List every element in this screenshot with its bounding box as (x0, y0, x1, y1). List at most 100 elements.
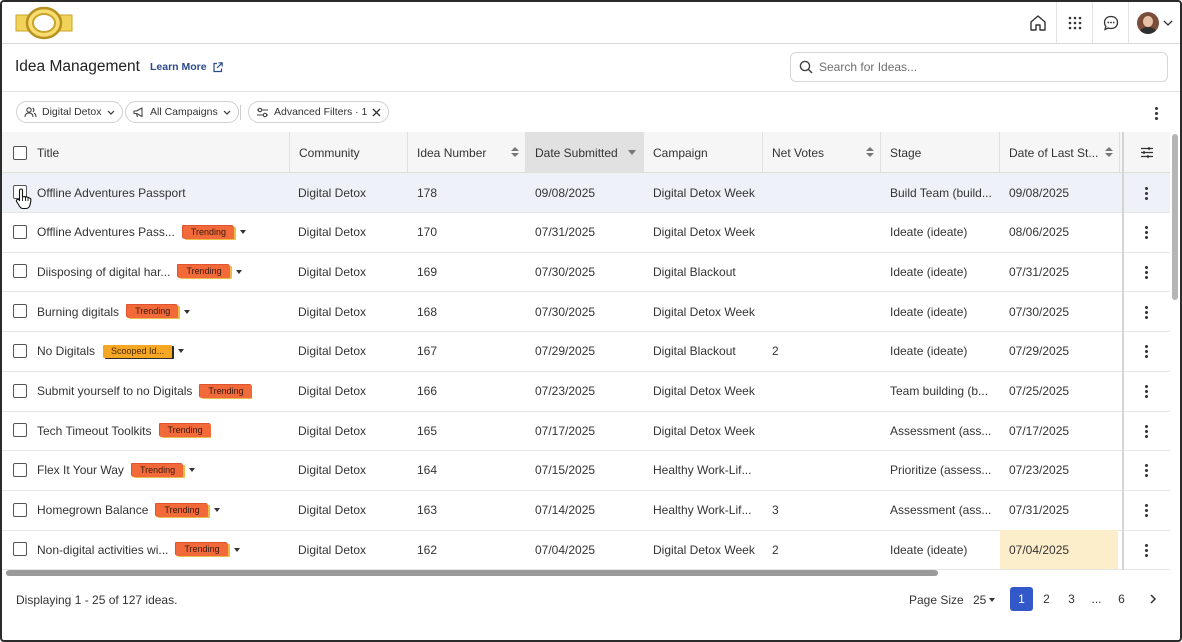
table-row[interactable]: Flex It Your Way Trending Digital Detox 164… (2, 451, 1170, 491)
page-button[interactable]: 3 (1060, 587, 1083, 611)
column-settings-button[interactable] (1124, 132, 1170, 173)
table-row[interactable]: Homegrown Balance Trending Digital Detox 16… (2, 491, 1170, 531)
page-button[interactable]: 6 (1110, 587, 1133, 611)
votes-cell (772, 252, 872, 291)
row-actions-button[interactable] (1140, 422, 1152, 440)
sliders-icon (257, 107, 268, 117)
idea-title[interactable]: Tech Timeout Toolkits (37, 424, 152, 438)
row-actions-button[interactable] (1140, 541, 1152, 559)
idea-title-cell[interactable]: Submit yourself to no Digitals Trending (37, 372, 252, 411)
home-button[interactable] (1020, 2, 1056, 43)
row-actions-button[interactable] (1140, 502, 1152, 520)
table-header: Title Community Idea Number Date Submitt… (2, 132, 1170, 173)
select-all-checkbox[interactable] (13, 145, 27, 160)
row-actions-button[interactable] (1140, 383, 1152, 401)
row-actions-button[interactable] (1140, 263, 1152, 281)
column-header-stage[interactable]: Stage (881, 132, 1000, 173)
idea-title[interactable]: Burning digitals (37, 305, 119, 319)
column-header-date-last-stage[interactable]: Date of Last St... (1000, 132, 1120, 173)
idea-title-cell[interactable]: Burning digitals Trending (37, 292, 191, 331)
messages-button[interactable] (1092, 2, 1128, 43)
row-checkbox[interactable] (13, 502, 27, 517)
more-vertical-icon (1144, 504, 1148, 508)
column-header-date-submitted[interactable]: Date Submitted (526, 132, 644, 173)
row-checkbox[interactable] (13, 224, 27, 239)
badge-dropdown-icon[interactable] (184, 309, 191, 314)
campaign-filter[interactable]: All Campaigns (125, 101, 239, 123)
page-button[interactable]: 1 (1010, 587, 1033, 611)
idea-title[interactable]: Flex It Your Way (37, 463, 124, 477)
badge-dropdown-icon[interactable] (233, 547, 240, 552)
badge-dropdown-icon[interactable] (178, 349, 185, 354)
table-row[interactable]: No Digitals Scooped Id... Digital Detox 167… (2, 332, 1170, 372)
badge-dropdown-icon[interactable] (235, 269, 242, 274)
horizontal-scrollbar[interactable] (6, 570, 938, 576)
idea-title-cell[interactable]: Diisposing of digital har... Trending (37, 252, 242, 291)
idea-title-cell[interactable]: Non-digital activities wi... Trending (37, 530, 240, 569)
badge-dropdown-icon[interactable] (213, 508, 220, 513)
row-actions-button[interactable] (1140, 343, 1152, 361)
column-header-title[interactable]: Title (2, 132, 290, 173)
more-vertical-icon (1144, 464, 1148, 468)
user-menu[interactable] (1128, 2, 1180, 43)
column-stage-label: Stage (890, 145, 922, 160)
row-actions-button[interactable] (1140, 303, 1152, 321)
idea-title[interactable]: Diisposing of digital har... (37, 265, 170, 279)
row-checkbox[interactable] (13, 383, 27, 398)
row-checkbox[interactable] (13, 423, 27, 438)
next-page-button[interactable] (1141, 587, 1164, 611)
row-actions-button[interactable] (1140, 224, 1152, 242)
idea-title[interactable]: Offline Adventures Passport (37, 186, 186, 200)
page-size-select[interactable]: 25 (973, 593, 996, 607)
table-row[interactable]: Submit yourself to no Digitals Trending Di… (2, 372, 1170, 412)
table-row[interactable]: Tech Timeout Toolkits Trending Digital Det… (2, 411, 1170, 452)
idea-title-cell[interactable]: Homegrown Balance Trending (37, 491, 220, 530)
advanced-filters-chip[interactable]: Advanced Filters · 1 (248, 101, 390, 123)
table-row[interactable]: Diisposing of digital har... Trending Digi… (2, 252, 1170, 293)
row-checkbox[interactable] (13, 264, 27, 279)
community-cell: Digital Detox (298, 503, 367, 518)
table-row[interactable]: Non-digital activities wi... Trending Digi… (2, 530, 1170, 570)
table-row[interactable]: Burning digitals Trending Digital Detox 168… (2, 292, 1170, 333)
search-box[interactable] (790, 52, 1168, 82)
badge-dropdown-icon[interactable] (189, 468, 196, 473)
company-logo[interactable] (14, 6, 74, 40)
vertical-scrollbar[interactable] (1172, 134, 1178, 300)
idea-title[interactable]: Submit yourself to no Digitals (37, 384, 192, 398)
idea-title[interactable]: Homegrown Balance (37, 503, 148, 517)
idea-title-cell[interactable]: No Digitals Scooped Id... (37, 332, 185, 371)
badge-dropdown-icon[interactable] (240, 230, 247, 235)
column-header-community[interactable]: Community (290, 132, 408, 173)
column-header-idea-number[interactable]: Idea Number (408, 132, 526, 173)
idea-title[interactable]: Non-digital activities wi... (37, 543, 168, 557)
more-options-button[interactable] (1148, 103, 1164, 123)
row-checkbox[interactable] (13, 343, 27, 358)
idea-title-cell[interactable]: Flex It Your Way Trending (37, 451, 196, 490)
row-actions-button[interactable] (1140, 184, 1152, 202)
idea-title-cell[interactable]: Tech Timeout Toolkits Trending (37, 411, 211, 450)
column-header-campaign[interactable]: Campaign (644, 132, 763, 173)
idea-title[interactable]: Offline Adventures Pass... (37, 225, 175, 239)
more-vertical-icon-dot (1154, 111, 1158, 115)
idea-title[interactable]: No Digitals (37, 344, 95, 358)
row-checkbox[interactable] (13, 462, 27, 477)
learn-more-link[interactable]: Learn More (150, 61, 223, 73)
community-cell: Digital Detox (298, 185, 367, 200)
idea-title-cell[interactable]: Offline Adventures Pass... Trending (37, 213, 247, 252)
apps-button[interactable] (1056, 2, 1092, 43)
votes-cell (772, 411, 872, 450)
row-actions-button[interactable] (1140, 462, 1152, 480)
table-row[interactable]: Offline Adventures Pass... Trending Digita… (2, 213, 1170, 253)
table-row[interactable]: Offline Adventures Passport Digital Detox… (2, 173, 1170, 213)
close-icon[interactable] (372, 108, 381, 117)
idea-title-cell[interactable]: Offline Adventures Passport (37, 173, 186, 212)
row-checkbox[interactable] (13, 542, 27, 557)
row-checkbox[interactable] (13, 304, 27, 319)
page-button[interactable]: 2 (1035, 587, 1058, 611)
votes-cell (772, 213, 872, 252)
chevron-down-icon (223, 110, 231, 115)
more-vertical-icon (1154, 106, 1158, 110)
search-input[interactable] (819, 60, 1149, 74)
community-filter[interactable]: Digital Detox (16, 101, 123, 123)
column-header-net-votes[interactable]: Net Votes (763, 132, 881, 173)
